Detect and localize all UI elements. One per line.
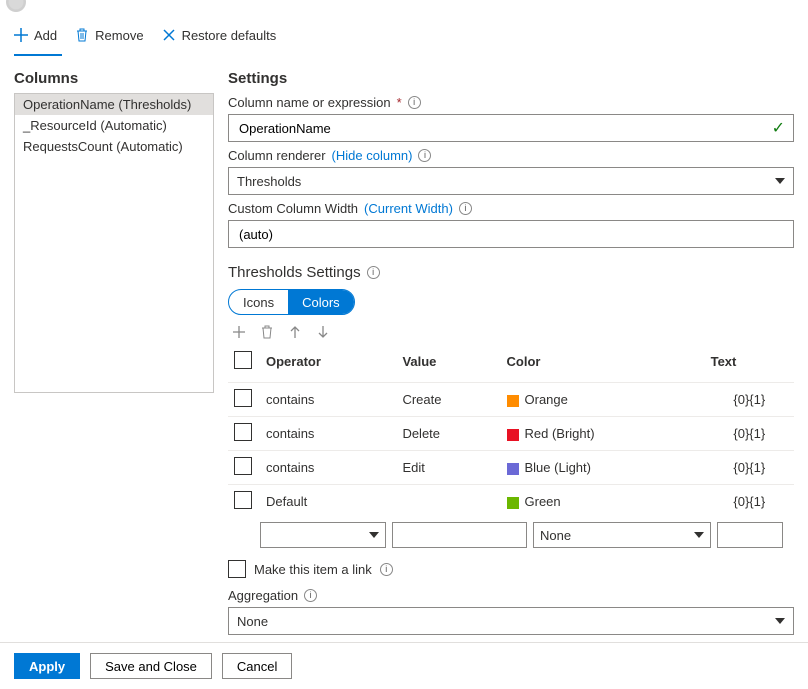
threshold-moveup-button[interactable] (288, 325, 302, 339)
info-icon[interactable]: i (380, 563, 393, 576)
cell-color: Orange (501, 383, 705, 417)
arrow-down-icon (316, 325, 330, 339)
arrow-up-icon (288, 325, 302, 339)
footer-bar: Apply Save and Close Cancel (0, 642, 808, 689)
aggregation-select[interactable]: None (228, 607, 794, 635)
remove-label: Remove (95, 28, 143, 43)
column-name-field[interactable] (237, 120, 772, 137)
column-item[interactable]: RequestsCount (Automatic) (15, 136, 213, 157)
col-color: Color (501, 345, 705, 383)
plus-icon (14, 28, 28, 42)
custom-width-label: Custom Column Width (228, 201, 358, 216)
save-close-button[interactable]: Save and Close (90, 653, 212, 679)
trash-icon (75, 28, 89, 42)
settings-heading: Settings (228, 70, 794, 87)
cell-value: Edit (396, 451, 500, 485)
valid-icon: ✓ (772, 118, 785, 138)
restore-label: Restore defaults (182, 28, 277, 43)
column-renderer-select[interactable]: Thresholds (228, 167, 794, 195)
column-renderer-label: Column renderer (228, 148, 326, 163)
cell-operator: contains (260, 451, 396, 485)
value-input[interactable] (392, 522, 527, 548)
add-button[interactable]: Add (14, 28, 57, 43)
info-icon[interactable]: i (367, 266, 380, 279)
threshold-delete-button[interactable] (260, 325, 274, 339)
info-icon[interactable]: i (408, 96, 421, 109)
hide-column-link[interactable]: (Hide column) (332, 148, 413, 163)
apply-button[interactable]: Apply (14, 653, 80, 679)
required-indicator: * (397, 95, 402, 110)
cell-text: {0}{1} (705, 417, 794, 451)
row-checkbox[interactable] (234, 491, 252, 509)
tab-colors[interactable]: Colors (288, 290, 354, 314)
column-name-input[interactable]: ✓ (228, 114, 794, 142)
aggregation-value: None (237, 614, 268, 629)
select-all-checkbox[interactable] (234, 351, 252, 369)
make-link-label: Make this item a link (254, 562, 372, 577)
column-renderer-value: Thresholds (237, 174, 301, 189)
current-width-link[interactable]: (Current Width) (364, 201, 453, 216)
color-select[interactable]: None (533, 522, 711, 548)
add-label: Add (34, 28, 57, 43)
text-input[interactable] (717, 522, 783, 548)
thresholds-title: Thresholds Settings (228, 264, 361, 281)
cell-operator: contains (260, 417, 396, 451)
top-toolbar: Add Remove Restore defaults (0, 18, 808, 54)
chevron-down-icon (694, 532, 704, 538)
aggregation-label: Aggregation (228, 588, 298, 603)
operator-select[interactable] (260, 522, 386, 548)
columns-heading: Columns (14, 70, 214, 87)
cell-text: {0}{1} (705, 485, 794, 519)
cell-color: Green (501, 485, 705, 519)
info-icon[interactable]: i (418, 149, 431, 162)
row-checkbox[interactable] (234, 457, 252, 475)
cell-value: Delete (396, 417, 500, 451)
row-checkbox[interactable] (234, 423, 252, 441)
tab-icons[interactable]: Icons (229, 290, 288, 314)
col-value: Value (396, 345, 500, 383)
table-row[interactable]: containsCreateOrange{0}{1} (228, 383, 794, 417)
cancel-button[interactable]: Cancel (222, 653, 292, 679)
cell-value: Create (396, 383, 500, 417)
chevron-down-icon (775, 178, 785, 184)
column-name-label: Column name or expression (228, 95, 391, 110)
thresholds-table: Operator Value Color Text containsCreate… (228, 345, 794, 518)
custom-width-field[interactable] (237, 226, 785, 243)
cell-operator: contains (260, 383, 396, 417)
cell-color: Red (Bright) (501, 417, 705, 451)
chevron-down-icon (369, 532, 379, 538)
restore-defaults-button[interactable]: Restore defaults (162, 28, 277, 43)
remove-button[interactable]: Remove (75, 28, 143, 43)
table-row[interactable]: Default Green{0}{1} (228, 485, 794, 519)
cell-value (396, 485, 500, 519)
columns-list: OperationName (Thresholds) _ResourceId (… (14, 93, 214, 393)
table-row[interactable]: containsEditBlue (Light){0}{1} (228, 451, 794, 485)
info-icon[interactable]: i (304, 589, 317, 602)
trash-icon (260, 325, 274, 339)
column-item[interactable]: _ResourceId (Automatic) (15, 115, 213, 136)
cell-color: Blue (Light) (501, 451, 705, 485)
info-icon[interactable]: i (459, 202, 472, 215)
threshold-add-button[interactable] (232, 325, 246, 339)
col-text: Text (705, 345, 794, 383)
row-checkbox[interactable] (234, 389, 252, 407)
thresholds-tab-group: Icons Colors (228, 289, 355, 315)
cell-operator: Default (260, 485, 396, 519)
column-item[interactable]: OperationName (Thresholds) (15, 94, 213, 115)
custom-width-input[interactable] (228, 220, 794, 248)
chevron-down-icon (775, 618, 785, 624)
threshold-movedown-button[interactable] (316, 325, 330, 339)
col-operator: Operator (260, 345, 396, 383)
table-row[interactable]: containsDeleteRed (Bright){0}{1} (228, 417, 794, 451)
x-icon (162, 28, 176, 42)
make-link-checkbox[interactable] (228, 560, 246, 578)
cell-text: {0}{1} (705, 383, 794, 417)
cell-text: {0}{1} (705, 451, 794, 485)
plus-icon (232, 325, 246, 339)
